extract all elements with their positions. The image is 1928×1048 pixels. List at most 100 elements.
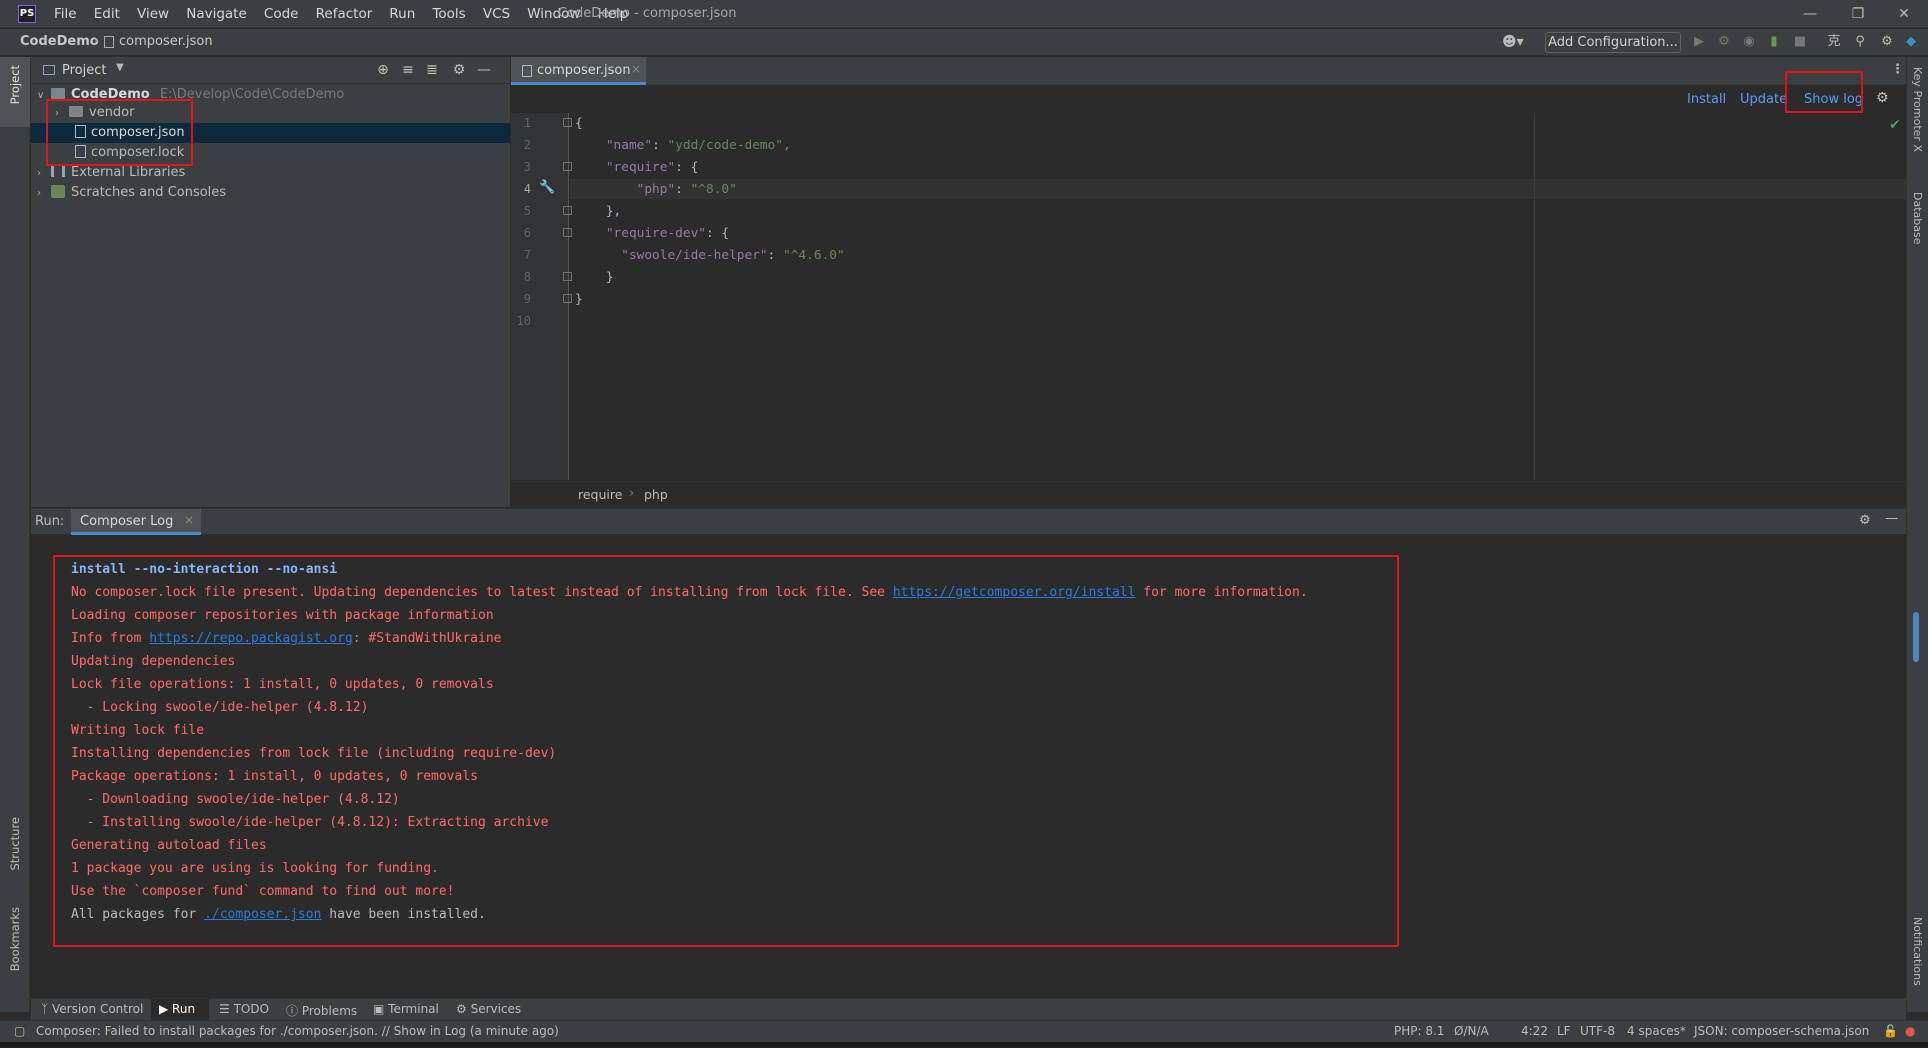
toolwindow-problems[interactable]: ⓘ Problems	[286, 1002, 357, 1019]
expand-all-icon[interactable]: ≡	[400, 62, 416, 78]
more-icon[interactable]: ⋮	[1891, 62, 1904, 77]
project-panel-header: Project ▼ ⊕ ≡ ≣ ⚙ —	[31, 57, 510, 84]
close-icon[interactable]: ×	[184, 513, 194, 527]
menu-navigate[interactable]: Navigate	[186, 6, 247, 22]
tab-composer-json[interactable]: composer.json ×	[511, 57, 646, 85]
line-number: 8	[523, 270, 531, 284]
gear-icon[interactable]: ⚙	[451, 62, 467, 78]
toolwindow-version-control[interactable]: ᛉ Version Control	[41, 1002, 143, 1016]
tab-composer-log[interactable]: Composer Log ×	[71, 509, 201, 535]
menu-tools[interactable]: Tools	[432, 6, 465, 22]
fold-icon[interactable]	[563, 162, 572, 171]
add-configuration-button[interactable]: Add Configuration...	[1545, 32, 1681, 53]
json-file-icon	[104, 35, 114, 48]
settings-icon[interactable]: ⚙	[1879, 34, 1895, 50]
gear-icon[interactable]: ⚙	[1876, 90, 1889, 106]
search-icon[interactable]: ⚲	[1852, 34, 1868, 50]
highlight-box-files	[46, 99, 193, 166]
file-encoding[interactable]: UTF-8	[1580, 1024, 1615, 1038]
caret-position[interactable]: 4:22	[1521, 1024, 1548, 1038]
error-icon[interactable]: ●	[1905, 1024, 1915, 1038]
chevron-down-icon[interactable]: ▼	[116, 62, 124, 73]
highlight-box-console	[53, 555, 1399, 947]
code-editor[interactable]: ✔ 1 2 3 4 5 6 7 8 9 10 🔧 { "name": "ydd/…	[511, 113, 1906, 480]
tool-structure[interactable]: Structure	[8, 817, 22, 871]
editor-tab-bar: composer.json × ⋮	[511, 57, 1906, 85]
fold-icon[interactable]	[563, 228, 572, 237]
tree-item-external-libraries[interactable]: › External Libraries	[37, 163, 185, 183]
window-icon[interactable]: ▢	[14, 1024, 25, 1038]
indent-setting[interactable]: 4 spaces*	[1627, 1024, 1686, 1038]
tool-key-promoter[interactable]: Key Promoter X	[1911, 67, 1924, 152]
line-number: 4	[523, 182, 531, 196]
status-message[interactable]: Composer: Failed to install packages for…	[36, 1024, 559, 1038]
highlight-box-show-log	[1785, 71, 1863, 113]
jetbrains-icon[interactable]: ◆	[1903, 34, 1919, 50]
coverage-icon[interactable]: ◉	[1741, 34, 1757, 50]
tree-item-scratches[interactable]: › Scratches and Consoles	[37, 183, 226, 203]
inspection-ok-icon[interactable]: ✔	[1889, 117, 1901, 133]
toolwindow-run[interactable]: ▶ Run	[159, 1002, 195, 1016]
breadcrumb-require[interactable]: require	[578, 487, 622, 502]
gear-icon[interactable]: ⚙	[1859, 513, 1871, 528]
profile-icon[interactable]: ▮	[1766, 34, 1782, 50]
fold-icon[interactable]	[563, 118, 572, 127]
php-version[interactable]: PHP: 8.1	[1394, 1024, 1444, 1038]
project-panel-title[interactable]: Project	[62, 63, 106, 78]
menu-bar: File Edit View Navigate Code Refactor Ru…	[54, 6, 641, 22]
na-indicator[interactable]: Ø/N/A	[1454, 1024, 1489, 1038]
menu-view[interactable]: View	[137, 6, 169, 22]
line-number: 5	[523, 204, 531, 218]
run-icon[interactable]: ▶	[1691, 34, 1707, 50]
breadcrumb-project[interactable]: CodeDemo	[20, 34, 99, 49]
toolwindow-todo[interactable]: ☰ TODO	[219, 1002, 269, 1016]
run-icon: ▶	[159, 1002, 173, 1016]
menu-vcs[interactable]: VCS	[483, 6, 510, 22]
tool-notifications[interactable]: Notifications	[1911, 917, 1924, 986]
console-output[interactable]: install --no-interaction --no-ansi No co…	[31, 535, 1906, 997]
toolwindow-terminal[interactable]: ▣ Terminal	[373, 1002, 439, 1016]
menu-code[interactable]: Code	[264, 6, 299, 22]
scratches-icon	[51, 185, 65, 198]
scrollbar-thumb[interactable]	[1913, 612, 1919, 662]
translate-icon[interactable]: 克	[1826, 34, 1842, 50]
chevron-right-icon[interactable]: ›	[37, 164, 51, 184]
hide-icon[interactable]: —	[476, 62, 492, 78]
line-number: 7	[523, 248, 531, 262]
line-number: 9	[523, 292, 531, 306]
json-schema[interactable]: JSON: composer-schema.json	[1694, 1024, 1869, 1038]
tool-database[interactable]: Database	[1911, 192, 1924, 245]
fold-icon[interactable]	[563, 206, 572, 215]
fold-icon[interactable]	[563, 272, 572, 281]
lock-icon[interactable]: 🔓	[1883, 1024, 1898, 1038]
locate-icon[interactable]: ⊕	[375, 62, 391, 78]
info-icon: ⓘ	[286, 1004, 302, 1018]
wrench-icon[interactable]: 🔧	[539, 180, 555, 195]
close-icon[interactable]: ✕	[1894, 4, 1914, 24]
install-link[interactable]: Install	[1687, 92, 1726, 107]
user-icon[interactable]: ☻▾	[1502, 34, 1524, 50]
menu-file[interactable]: File	[54, 6, 77, 22]
breadcrumb-file[interactable]: composer.json	[104, 34, 213, 49]
hide-icon[interactable]: —	[1885, 511, 1898, 526]
collapse-all-icon[interactable]: ≣	[424, 62, 440, 78]
menu-refactor[interactable]: Refactor	[316, 6, 373, 22]
fold-icon[interactable]	[563, 294, 572, 303]
tool-project[interactable]: Project	[8, 65, 22, 104]
tool-bookmarks[interactable]: Bookmarks	[8, 907, 22, 971]
chevron-right-icon[interactable]: ›	[37, 184, 51, 204]
line-number: 3	[523, 160, 531, 174]
library-icon	[51, 166, 65, 177]
stop-icon[interactable]: ■	[1792, 34, 1808, 50]
menu-edit[interactable]: Edit	[94, 6, 120, 22]
minimize-icon[interactable]: —	[1800, 4, 1820, 24]
toolwindow-services[interactable]: ⚙ Services	[456, 1002, 521, 1016]
debug-icon[interactable]: ⚙	[1716, 34, 1732, 50]
menu-run[interactable]: Run	[389, 6, 415, 22]
project-view-icon	[43, 65, 55, 75]
close-icon[interactable]: ×	[631, 62, 641, 76]
line-separator[interactable]: LF	[1557, 1024, 1571, 1038]
update-link[interactable]: Update	[1740, 92, 1787, 107]
breadcrumb-php[interactable]: php	[644, 487, 668, 502]
restore-icon[interactable]: ❐	[1848, 4, 1868, 24]
